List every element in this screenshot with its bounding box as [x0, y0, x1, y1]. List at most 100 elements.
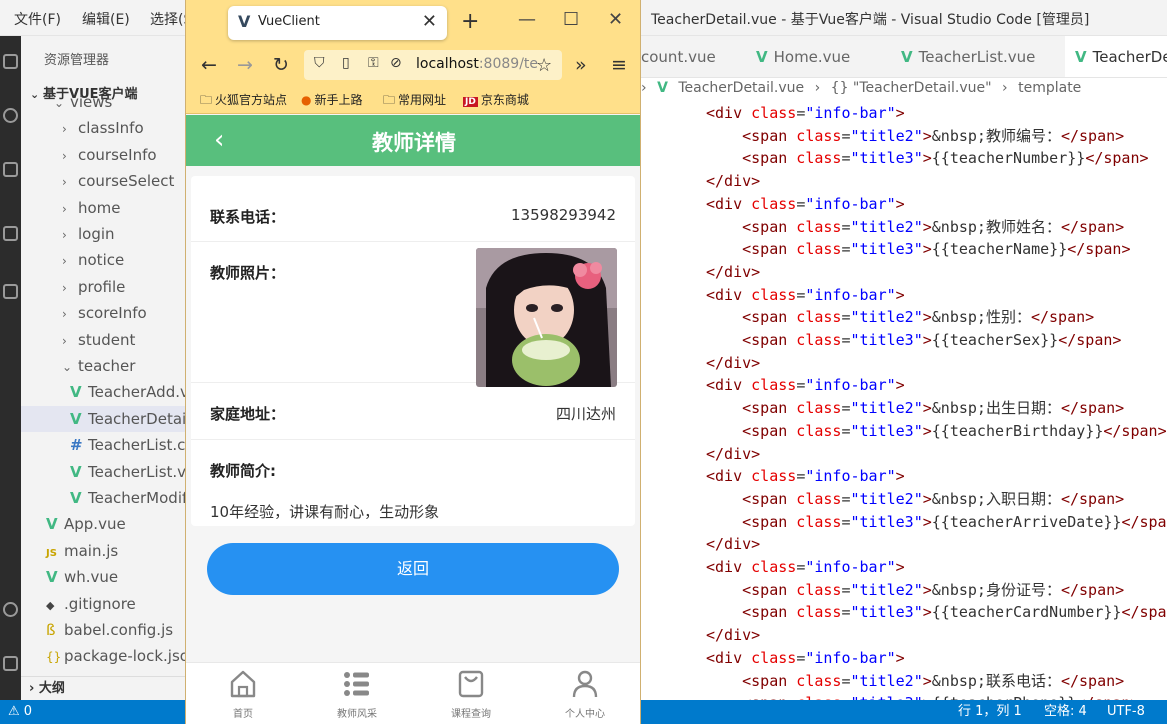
bookmark-firefox-site[interactable]: 🗀 火狐官方站点 — [200, 91, 287, 112]
breadcrumb-component[interactable]: {} "TeacherDetail.vue" — [831, 80, 992, 96]
field-phone: 联系电话： 13598293942 — [191, 176, 635, 242]
tracking-off-icon[interactable]: ⊘ — [390, 55, 402, 71]
tab-count-vue[interactable]: count.vue — [641, 36, 726, 77]
tree-item[interactable]: V TeacherDetail.vue — [21, 405, 185, 432]
tree-item[interactable]: › scoreInfo — [62, 300, 147, 326]
page-title: 教师详情 — [372, 131, 456, 155]
indentation[interactable]: 空格: 4 — [1044, 700, 1087, 724]
teacher-detail-card: 联系电话： 13598293942 教师照片： 家庭地址： 四川达州 教师简介:… — [191, 176, 635, 526]
tab-teacherdetail-vue[interactable]: VTeacherDetail.vue — [1065, 36, 1167, 77]
field-label: 联系电话： — [210, 208, 286, 226]
close-tab-icon[interactable]: ✕ — [422, 11, 437, 32]
code-line: <div class="info-bar"> — [706, 376, 905, 395]
close-window-icon[interactable]: ✕ — [608, 9, 623, 30]
tree-item[interactable]: # TeacherList.css — [70, 432, 185, 458]
breadcrumb-template[interactable]: template — [1018, 80, 1081, 96]
code-line: <span class="title2">&nbsp;教师编号：</span> — [742, 126, 1125, 145]
tree-item[interactable]: JS main.js — [46, 538, 118, 564]
reload-icon[interactable]: ↻ — [273, 54, 289, 76]
chevron-right-icon: › — [62, 122, 67, 137]
user-icon — [572, 670, 598, 698]
tab-home[interactable]: 首页 — [186, 663, 300, 724]
vue-file-icon: V — [46, 568, 58, 587]
home-icon — [230, 670, 256, 698]
tab-teacher-showcase[interactable]: 教师风采 — [300, 663, 414, 724]
minimize-icon[interactable]: — — [518, 9, 536, 30]
outline-section[interactable]: › 大纲 — [21, 676, 185, 700]
code-line: <span class="title2">&nbsp;出生日期：</span> — [742, 399, 1125, 418]
tree-item[interactable]: ß babel.config.js — [46, 617, 173, 643]
browser-window: V VueClient ✕ + — ☐ ✕ ← → ↻ ⛉ ▯ ⚿ ⊘ loca… — [185, 0, 641, 724]
menu-edit[interactable]: 编辑(E) — [82, 9, 130, 29]
chevron-right-icon: › — [62, 201, 67, 216]
search-icon[interactable] — [3, 108, 18, 123]
code-line: </div> — [706, 172, 761, 191]
tree-item-label: .gitignore — [64, 594, 136, 613]
field-label: 家庭地址： — [210, 405, 286, 423]
forward-icon[interactable]: → — [237, 54, 253, 76]
account-icon[interactable] — [3, 602, 18, 617]
bookmark-star-icon[interactable]: ☆ — [536, 55, 552, 76]
tree-item[interactable]: V App.vue — [46, 511, 126, 537]
source-control-icon[interactable] — [3, 162, 18, 177]
manage-icon[interactable] — [3, 656, 18, 671]
jd-icon: JD — [463, 97, 478, 107]
new-tab-icon[interactable]: + — [461, 9, 479, 34]
bookmark-getting-started[interactable]: ● 新手上路 — [301, 91, 363, 108]
code-line: <div class="info-bar"> — [706, 194, 905, 213]
tree-item[interactable]: ◆ .gitignore — [46, 591, 136, 617]
teacher-photo — [476, 248, 617, 387]
bookmark-common-sites[interactable]: 🗀 常用网址 — [383, 91, 446, 112]
back-icon[interactable]: ← — [201, 54, 217, 76]
tab-profile[interactable]: 个人中心 — [528, 663, 640, 724]
tree-item[interactable]: ⌄ views — [54, 89, 112, 115]
explorer-panel: 资源管理器 ⌄ 基于VUE客户端 ⌄ views › classInfo › course… — [21, 36, 185, 700]
tree-item[interactable]: › profile — [62, 274, 125, 300]
tree-item[interactable]: › courseSelect — [62, 168, 174, 194]
hamburger-menu-icon[interactable]: ≡ — [611, 54, 627, 76]
code-line: </div> — [706, 353, 761, 372]
code-editor[interactable]: <div class="info-bar"> <span class="titl… — [641, 102, 1167, 700]
tree-item-label: teacher — [78, 357, 136, 375]
cursor-position[interactable]: 行 1，列 1 — [958, 700, 1022, 724]
url-text[interactable]: localhost:8089/te — [416, 56, 538, 72]
return-button[interactable]: 返回 — [207, 543, 619, 595]
extensions-icon[interactable] — [3, 284, 18, 299]
run-debug-icon[interactable] — [3, 226, 18, 241]
tree-item-label: TeacherDetail.vue — [88, 409, 185, 428]
shield-icon[interactable]: ⛉ — [314, 55, 325, 71]
explorer-icon[interactable] — [3, 54, 18, 69]
overflow-chevron-icon[interactable]: » — [575, 54, 587, 76]
bookmark-jd-mall[interactable]: JD 京东商城 — [463, 91, 529, 108]
tree-item[interactable]: {}package-lock.json — [46, 643, 185, 669]
tree-item[interactable]: Vwh.vue — [46, 564, 118, 590]
folder-icon: 🗀 — [383, 93, 396, 107]
tree-item[interactable]: V TeacherList.vue — [70, 459, 185, 485]
url-bar[interactable]: ⛉ ▯ ⚿ ⊘ localhost:8089/te — [304, 50, 562, 80]
tree-item[interactable]: › notice — [62, 247, 124, 273]
tree-item-label: views — [70, 93, 113, 111]
menu-file[interactable]: 文件(F) — [14, 9, 61, 29]
code-line: <span class="title3">{{teacherName}}</sp… — [742, 240, 1131, 259]
tree-item[interactable]: V TeacherAdd.vue — [70, 379, 185, 405]
tree-item[interactable]: › student — [62, 327, 135, 353]
encoding[interactable]: UTF-8 — [1107, 700, 1145, 724]
permissions-icon[interactable]: ⚿ — [368, 55, 379, 71]
tab-course-query[interactable]: 课程查询 — [414, 663, 528, 724]
tree-item[interactable]: › login — [62, 221, 115, 247]
code-line: <span class="title3">{{teacherPhone}}</s… — [706, 692, 1139, 700]
tree-item[interactable]: › classInfo — [62, 115, 144, 141]
vue-file-icon: V — [756, 48, 768, 66]
tab-teacherlist-vue[interactable]: V TeacherList.vue — [891, 36, 1045, 77]
tree-item-label: App.vue — [64, 515, 126, 534]
tree-item[interactable]: ⌄ teacher — [62, 353, 135, 379]
tree-item[interactable]: V TeacherModify.vue — [70, 485, 185, 511]
bookmarks-toolbar: 🗀 火狐官方站点 ● 新手上路 🗀 常用网址 JD 京东商城 — [186, 84, 640, 114]
maximize-icon[interactable]: ☐ — [563, 9, 579, 30]
problems-indicator[interactable]: ⚠ 0 — [8, 700, 32, 724]
tree-item[interactable]: › home — [62, 195, 121, 221]
tree-item[interactable]: › courseInfo — [62, 142, 157, 168]
tab-home-vue[interactable]: V Home.vue — [746, 36, 860, 77]
browser-tab[interactable]: V VueClient ✕ — [228, 6, 447, 40]
breadcrumb-file[interactable]: TeacherDetail.vue — [678, 80, 804, 96]
